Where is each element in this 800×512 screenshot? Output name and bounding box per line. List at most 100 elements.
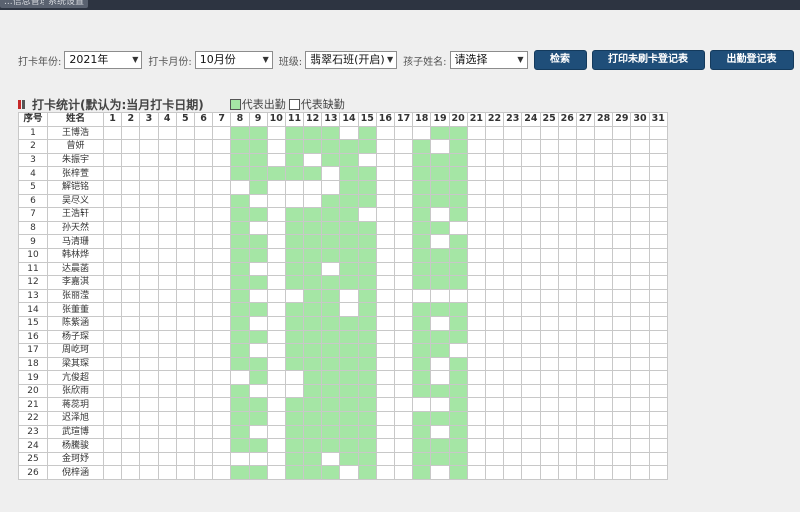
day-cell	[575, 139, 596, 154]
day-cell	[375, 383, 396, 399]
day-cell	[612, 329, 632, 345]
day-cell	[157, 261, 177, 277]
day-cell	[193, 166, 214, 181]
table-row: 2 曾妍	[18, 139, 668, 154]
search-button[interactable]: 检索	[533, 50, 587, 70]
day-cell	[284, 125, 305, 141]
nav-button-settings[interactable]: 系统设置	[44, 0, 89, 8]
day-cell	[648, 261, 668, 277]
day-cell	[466, 193, 486, 209]
day-cell	[412, 465, 432, 481]
day-cell	[575, 220, 596, 236]
day-cell	[121, 465, 141, 481]
day-cell	[521, 152, 541, 168]
day-cell	[212, 193, 232, 209]
day-cell	[539, 424, 559, 440]
day-cell	[484, 315, 505, 331]
day-cell	[557, 288, 577, 304]
day-cell	[157, 465, 177, 481]
header-day: 5	[175, 112, 195, 127]
print-missing-button[interactable]: 打印未刷卡登记表	[591, 50, 705, 70]
day-cell	[284, 275, 305, 290]
day-cell	[248, 451, 268, 467]
day-cell	[375, 397, 396, 413]
day-cell	[430, 166, 450, 181]
day-cell	[357, 451, 377, 467]
header-day: 31	[648, 112, 668, 127]
attendance-sheet-button[interactable]: 出勤登记表	[709, 50, 794, 70]
day-cell	[393, 220, 414, 236]
header-day: 26	[557, 112, 577, 127]
day-cell	[630, 370, 650, 385]
day-cell	[357, 139, 377, 154]
day-cell	[303, 343, 323, 358]
day-cell	[303, 397, 323, 413]
day-cell	[230, 302, 250, 317]
day-cell	[393, 438, 414, 453]
day-cell	[375, 411, 396, 426]
day-cell	[102, 247, 123, 263]
year-select[interactable]: 2021年 ▼	[64, 51, 143, 69]
day-cell	[630, 166, 650, 181]
day-cell	[521, 179, 541, 195]
day-cell	[212, 166, 232, 181]
day-cell	[284, 261, 305, 277]
class-select[interactable]: 翡翠石班(开启) ▼	[305, 51, 398, 69]
day-cell	[393, 356, 414, 372]
day-cell	[575, 356, 596, 372]
day-cell	[521, 261, 541, 277]
day-cell	[175, 125, 195, 141]
day-cell	[102, 397, 123, 413]
day-cell	[339, 315, 359, 331]
day-cell	[412, 234, 432, 249]
row-name: 韩林烨	[47, 247, 104, 263]
day-cell	[248, 356, 268, 372]
row-name: 张董董	[47, 302, 104, 317]
day-cell	[630, 315, 650, 331]
day-cell	[484, 220, 505, 236]
day-cell	[630, 411, 650, 426]
day-cell	[630, 343, 650, 358]
month-select-value: 10月份	[199, 53, 236, 66]
day-cell	[393, 275, 414, 290]
day-cell	[248, 438, 268, 453]
day-cell	[121, 383, 141, 399]
month-select[interactable]: 10月份 ▼	[194, 51, 273, 69]
day-cell	[612, 275, 632, 290]
day-cell	[193, 343, 214, 358]
day-cell	[521, 315, 541, 331]
day-cell	[157, 247, 177, 263]
day-cell	[612, 247, 632, 263]
table-row: 20 张欣雨	[18, 383, 668, 399]
day-cell	[594, 125, 614, 141]
header-day: 12	[303, 112, 323, 127]
day-cell	[193, 302, 214, 317]
day-cell	[539, 207, 559, 222]
day-cell	[266, 302, 286, 317]
day-cell	[412, 220, 432, 236]
day-cell	[484, 125, 505, 141]
day-cell	[393, 139, 414, 154]
day-cell	[503, 424, 523, 440]
day-cell	[157, 125, 177, 141]
table-row: 17 周屹珂	[18, 343, 668, 358]
day-cell	[230, 247, 250, 263]
day-cell	[212, 451, 232, 467]
day-cell	[466, 152, 486, 168]
day-cell	[630, 465, 650, 481]
table-row: 11 达晨菡	[18, 261, 668, 277]
child-select[interactable]: 请选择 ▼	[449, 51, 528, 69]
day-cell	[375, 193, 396, 209]
day-cell	[357, 329, 377, 345]
day-cell	[393, 424, 414, 440]
day-cell	[648, 424, 668, 440]
day-cell	[193, 152, 214, 168]
day-cell	[484, 411, 505, 426]
day-cell	[212, 288, 232, 304]
day-cell	[430, 315, 450, 331]
day-cell	[630, 247, 650, 263]
table-row: 24 杨騰骏	[18, 438, 668, 453]
day-cell	[484, 261, 505, 277]
header-day: 30	[630, 112, 650, 127]
day-cell	[248, 315, 268, 331]
